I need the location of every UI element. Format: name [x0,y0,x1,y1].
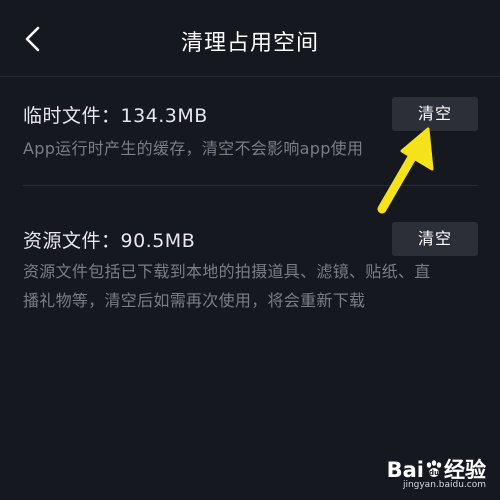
resource-files-description-line2: 播礼物等，清空后如需再次使用，将会重新下载 [23,291,366,310]
resource-files-title: 资源文件：90.5MB [23,230,196,252]
arrow-up-right-icon [377,127,434,214]
temp-files-title: 临时文件：134.3MB [23,105,208,127]
svg-text:du: du [429,469,439,477]
navigation-bar: 清理占用空间 [0,0,500,80]
paw-icon: du [426,460,442,477]
page-title: 清理占用空间 [180,31,319,56]
clear-resource-files-button[interactable]: 清空 [392,222,478,256]
header-divider [0,76,500,77]
watermark-url: jingyan.baidu.com [402,480,486,490]
resource-files-description-line1: 资源文件包括已下载到本地的拍摄道具、滤镜、贴纸、直 [23,262,431,281]
baidu-jingyan-watermark: Bai du 经验 jingyan.baidu.com [336,454,486,494]
clear-storage-screen: 清理占用空间 临时文件：134.3MB 清空 App运行时产生的缓存，清空不会影… [0,0,500,500]
